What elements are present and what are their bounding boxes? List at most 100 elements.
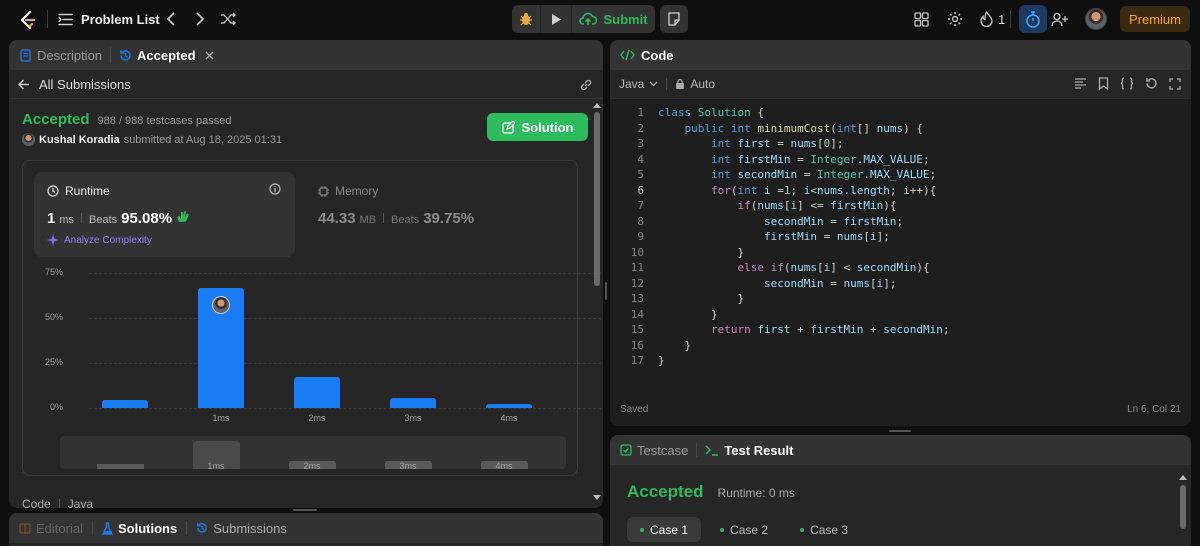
info-icon[interactable]	[269, 183, 281, 195]
code-line[interactable]: 6 for(int i =1; i<nums.length; i++){	[610, 183, 1191, 199]
tab-accepted[interactable]: Accepted	[119, 40, 214, 70]
tab-testcase[interactable]: Testcase	[610, 443, 688, 458]
code-line[interactable]: 12 secondMin = nums[i];	[610, 276, 1191, 292]
case-tab[interactable]: Case 1	[627, 517, 702, 542]
lock-icon	[675, 78, 685, 90]
solution-button[interactable]: Solution	[487, 113, 588, 141]
code-line[interactable]: 14 }	[610, 307, 1191, 323]
code-line[interactable]: 3 int first = nums[0];	[610, 136, 1191, 152]
close-tab-icon[interactable]	[205, 51, 214, 60]
chart-bar[interactable]	[390, 398, 436, 408]
tab-solutions[interactable]: Solutions	[101, 521, 177, 536]
code-text: for(int i =1; i<nums.length; i++){	[710, 183, 937, 197]
case-tab-label: Case 3	[810, 522, 849, 537]
code-line[interactable]: 10 }	[610, 245, 1191, 261]
saved-status: Saved	[620, 404, 649, 415]
language-select[interactable]: Java	[610, 77, 658, 91]
solution-label: Solution	[521, 119, 574, 135]
submit-button[interactable]: Submit	[572, 5, 655, 33]
left-tab-bar: Description Accepted	[9, 40, 603, 70]
code-line[interactable]: 2 public int minimumCost(int[] nums) {	[610, 121, 1191, 137]
line-number: 9	[637, 230, 644, 243]
layout-icon[interactable]	[912, 10, 930, 28]
left-scrollbar[interactable]	[593, 100, 601, 508]
runtime-label: Runtime	[65, 184, 110, 198]
code-line[interactable]: 7 if(nums[i] <= firstMin){	[610, 198, 1191, 214]
case-tab[interactable]: Case 2	[707, 517, 781, 542]
scroll-thumb[interactable]	[594, 112, 600, 286]
resize-handle-vertical[interactable]	[605, 282, 607, 300]
bottom-left-panel: Editorial Solutions Submissions	[9, 513, 603, 546]
premium-button[interactable]: Premium	[1120, 6, 1190, 32]
code-text: firstMin = nums[i];	[763, 230, 890, 243]
prev-problem-icon[interactable]	[162, 10, 180, 28]
code-line[interactable]: 9 firstMin = nums[i];	[610, 229, 1191, 245]
runtime-card[interactable]: Runtime 1 ms Beats 95.08% Analyze Comple…	[34, 172, 295, 257]
code-line[interactable]: 13 }	[610, 291, 1191, 307]
code-editor[interactable]: 1 class Solution {2 public int minimumCos…	[610, 105, 1191, 375]
problem-list-button[interactable]: Problem List	[58, 9, 160, 29]
braces-icon[interactable]	[1120, 77, 1134, 90]
timer-icon[interactable]	[1019, 5, 1047, 33]
next-problem-icon[interactable]	[191, 10, 209, 28]
list-icon	[58, 13, 73, 26]
scroll-up-arrow[interactable]	[1179, 475, 1187, 480]
code-line[interactable]: 17}	[610, 353, 1191, 369]
memory-card[interactable]: Memory 44.33 MB Beats 39.75%	[308, 172, 563, 257]
debug-icon[interactable]	[512, 5, 540, 33]
avatar[interactable]	[1085, 8, 1107, 30]
submitter-name[interactable]: Kushal Koradia	[39, 134, 120, 146]
settings-gear-icon[interactable]	[946, 10, 964, 28]
resize-handle-horizontal[interactable]	[889, 430, 911, 432]
code-line[interactable]: 5 int secondMin = Integer.MAX_VALUE;	[610, 167, 1191, 183]
line-number: 11	[630, 261, 644, 274]
format-icon[interactable]	[1074, 77, 1087, 90]
run-icon[interactable]	[541, 5, 571, 33]
chart-bar[interactable]	[198, 288, 244, 408]
y-tick-label: 50%	[44, 312, 63, 322]
auto-mode[interactable]: Auto	[675, 77, 715, 91]
code-line[interactable]: 16 }	[610, 338, 1191, 354]
runtime-distribution-chart: 75% 50% 25% 0% 1ms 2ms 3ms 4ms	[23, 261, 603, 431]
link-icon[interactable]	[579, 78, 593, 92]
tab-test-result[interactable]: Test Result	[705, 443, 793, 458]
add-user-icon[interactable]	[1050, 10, 1070, 28]
scroll-thumb[interactable]	[1180, 485, 1186, 529]
tab-accepted-label: Accepted	[137, 47, 196, 63]
tab-description[interactable]: Description	[9, 40, 102, 70]
runtime-unit: ms	[59, 214, 75, 226]
code-line[interactable]: 4 int firstMin = Integer.MAX_VALUE;	[610, 152, 1191, 168]
code-line[interactable]: 11 else if(nums[i] < secondMin){	[610, 260, 1191, 276]
reset-icon[interactable]	[1145, 77, 1158, 90]
code-line[interactable]: 1 class Solution {	[610, 105, 1191, 121]
code-text: if(nums[i] <= firstMin){	[737, 199, 897, 212]
code-text: public int minimumCost(int[] nums) {	[684, 121, 923, 135]
bookmark-icon[interactable]	[1098, 77, 1109, 90]
code-line[interactable]: 15 return first + firstMin + secondMin;	[610, 322, 1191, 338]
tab-code[interactable]: Code	[610, 48, 674, 63]
chart-bar[interactable]	[486, 403, 532, 408]
line-number: 7	[637, 199, 644, 212]
tab-submissions[interactable]: Submissions	[196, 521, 287, 536]
editor-status-bar: Saved Ln 6, Col 21	[610, 404, 1191, 422]
analyze-complexity-link[interactable]: Analyze Complexity	[47, 234, 152, 246]
resize-handle-horizontal[interactable]	[293, 509, 317, 511]
scroll-down-arrow[interactable]	[593, 495, 601, 500]
line-number: 1	[637, 106, 644, 119]
case-tab[interactable]: Case 3	[787, 517, 861, 542]
fullscreen-icon[interactable]	[1169, 77, 1181, 90]
shuffle-icon[interactable]	[219, 10, 237, 28]
leetcode-logo-icon[interactable]	[18, 10, 38, 30]
scroll-up-arrow[interactable]	[593, 103, 601, 108]
chart-range-minimap[interactable]: 1ms 2ms 3ms 4ms	[60, 436, 566, 469]
streak-counter[interactable]: 1	[980, 9, 1005, 29]
chart-bar[interactable]	[294, 376, 340, 408]
chart-bar[interactable]	[102, 399, 148, 408]
back-to-submissions[interactable]: All Submissions	[9, 77, 131, 92]
code-icon	[620, 49, 635, 61]
notes-icon[interactable]	[660, 5, 688, 33]
tab-editorial[interactable]: Editorial	[9, 521, 83, 536]
result-scrollbar[interactable]	[1179, 473, 1187, 546]
code-line[interactable]: 8 secondMin = firstMin;	[610, 214, 1191, 230]
editor-toolbar: Java Auto	[610, 70, 1191, 99]
